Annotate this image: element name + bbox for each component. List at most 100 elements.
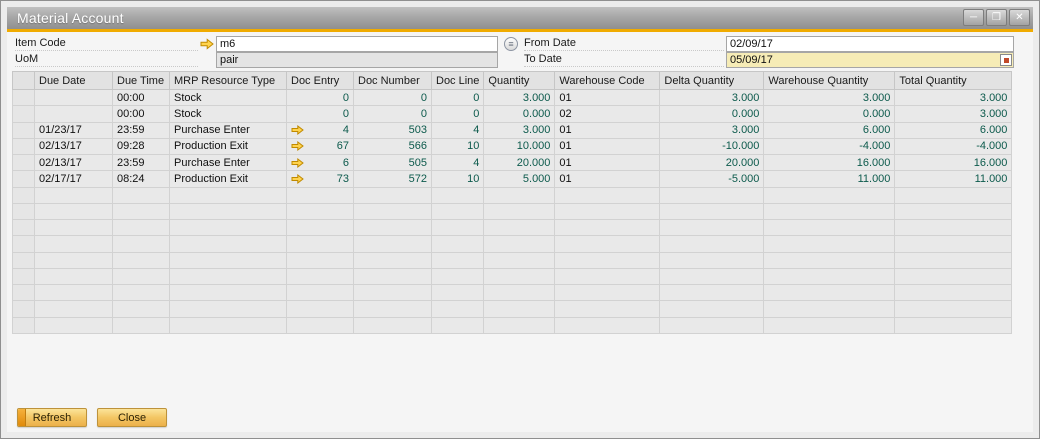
cell-doc_number[interactable] <box>354 285 432 301</box>
cell-doc_number[interactable] <box>354 203 432 219</box>
table-row[interactable] <box>13 285 1012 301</box>
maximize-button[interactable]: ❒ <box>986 9 1007 26</box>
cell-selector[interactable] <box>13 220 35 236</box>
cell-due_date[interactable] <box>35 268 113 284</box>
cell-warehouse_quantity[interactable] <box>764 236 895 252</box>
cell-doc_line[interactable] <box>432 187 484 203</box>
cell-doc_entry[interactable]: 4 <box>287 122 354 138</box>
cell-total_quantity[interactable] <box>895 301 1012 317</box>
cell-selector[interactable] <box>13 122 35 138</box>
cell-selector[interactable] <box>13 203 35 219</box>
cell-due_date[interactable]: 02/13/17 <box>35 155 113 171</box>
cell-selector[interactable] <box>13 155 35 171</box>
cell-warehouse_quantity[interactable]: 6.000 <box>764 122 895 138</box>
cell-total_quantity[interactable]: 6.000 <box>895 122 1012 138</box>
cell-warehouse_code[interactable] <box>555 301 660 317</box>
column-header-selector[interactable] <box>13 72 35 90</box>
column-header-due_time[interactable]: Due Time <box>113 72 170 90</box>
cell-due_time[interactable]: 08:24 <box>113 171 170 187</box>
table-row[interactable]: 00:00Stock0000.000020.0000.0003.000 <box>13 106 1012 122</box>
cell-warehouse_code[interactable] <box>555 187 660 203</box>
cell-delta_quantity[interactable] <box>660 220 764 236</box>
column-header-doc_number[interactable]: Doc Number <box>354 72 432 90</box>
cell-due_time[interactable] <box>113 317 170 333</box>
column-header-due_date[interactable]: Due Date <box>35 72 113 90</box>
minimize-button[interactable]: ─ <box>963 9 984 26</box>
table-row[interactable]: 02/13/1723:59Purchase Enter6505420.00001… <box>13 155 1012 171</box>
cell-mrp_resource_type[interactable] <box>170 268 287 284</box>
cell-due_date[interactable] <box>35 203 113 219</box>
cell-due_date[interactable] <box>35 236 113 252</box>
cell-doc_line[interactable] <box>432 252 484 268</box>
cell-mrp_resource_type[interactable] <box>170 203 287 219</box>
cell-doc_line[interactable] <box>432 236 484 252</box>
cell-due_time[interactable]: 00:00 <box>113 106 170 122</box>
column-header-warehouse_code[interactable]: Warehouse Code <box>555 72 660 90</box>
cell-total_quantity[interactable]: 3.000 <box>895 90 1012 106</box>
cell-mrp_resource_type[interactable] <box>170 252 287 268</box>
cell-total_quantity[interactable] <box>895 317 1012 333</box>
cell-doc_entry[interactable]: 67 <box>287 138 354 154</box>
cell-warehouse_quantity[interactable] <box>764 252 895 268</box>
cell-delta_quantity[interactable] <box>660 268 764 284</box>
cell-due_date[interactable] <box>35 252 113 268</box>
cell-selector[interactable] <box>13 106 35 122</box>
cell-due_time[interactable] <box>113 285 170 301</box>
item-code-link-arrow-icon[interactable] <box>200 37 214 55</box>
cell-delta_quantity[interactable] <box>660 285 764 301</box>
cell-due_date[interactable] <box>35 90 113 106</box>
cell-doc_entry[interactable] <box>287 203 354 219</box>
cell-doc_number[interactable]: 505 <box>354 155 432 171</box>
cell-warehouse_quantity[interactable] <box>764 301 895 317</box>
cell-warehouse_code[interactable] <box>555 268 660 284</box>
column-header-mrp_resource_type[interactable]: MRP Resource Type <box>170 72 287 90</box>
cell-due_date[interactable] <box>35 301 113 317</box>
cell-doc_number[interactable]: 572 <box>354 171 432 187</box>
cell-doc_number[interactable] <box>354 220 432 236</box>
cell-doc_line[interactable]: 0 <box>432 106 484 122</box>
table-row[interactable]: 02/13/1709:28Production Exit675661010.00… <box>13 138 1012 154</box>
table-row[interactable] <box>13 317 1012 333</box>
cell-warehouse_quantity[interactable] <box>764 187 895 203</box>
cell-quantity[interactable] <box>484 203 555 219</box>
cell-doc_line[interactable] <box>432 301 484 317</box>
cell-warehouse_code[interactable]: 01 <box>555 138 660 154</box>
cell-due_time[interactable] <box>113 268 170 284</box>
cell-quantity[interactable] <box>484 285 555 301</box>
column-header-doc_line[interactable]: Doc Line <box>432 72 484 90</box>
close-button[interactable]: ✕ <box>1009 9 1030 26</box>
cell-selector[interactable] <box>13 285 35 301</box>
cell-due_date[interactable] <box>35 220 113 236</box>
cell-doc_number[interactable] <box>354 317 432 333</box>
cell-due_time[interactable] <box>113 252 170 268</box>
cell-doc_line[interactable]: 4 <box>432 122 484 138</box>
cell-delta_quantity[interactable]: -10.000 <box>660 138 764 154</box>
cell-selector[interactable] <box>13 90 35 106</box>
table-row[interactable] <box>13 252 1012 268</box>
link-arrow-icon[interactable] <box>291 174 304 184</box>
close-action-button[interactable]: Close <box>97 408 167 427</box>
cell-due_date[interactable] <box>35 187 113 203</box>
cell-doc_entry[interactable]: 73 <box>287 171 354 187</box>
cell-mrp_resource_type[interactable]: Stock <box>170 90 287 106</box>
cell-doc_line[interactable] <box>432 268 484 284</box>
cell-mrp_resource_type[interactable] <box>170 301 287 317</box>
cell-total_quantity[interactable] <box>895 285 1012 301</box>
cell-quantity[interactable]: 10.000 <box>484 138 555 154</box>
cell-warehouse_code[interactable]: 02 <box>555 106 660 122</box>
cell-due_time[interactable] <box>113 220 170 236</box>
cell-warehouse_quantity[interactable] <box>764 268 895 284</box>
cell-due_date[interactable]: 02/17/17 <box>35 171 113 187</box>
cell-doc_line[interactable] <box>432 317 484 333</box>
cell-doc_line[interactable] <box>432 203 484 219</box>
cell-delta_quantity[interactable]: 3.000 <box>660 90 764 106</box>
cell-due_time[interactable] <box>113 236 170 252</box>
cell-quantity[interactable] <box>484 220 555 236</box>
cell-doc_line[interactable]: 0 <box>432 90 484 106</box>
table-row[interactable] <box>13 301 1012 317</box>
cell-warehouse_code[interactable] <box>555 203 660 219</box>
cell-doc_number[interactable]: 0 <box>354 90 432 106</box>
cell-delta_quantity[interactable]: 20.000 <box>660 155 764 171</box>
cell-quantity[interactable]: 3.000 <box>484 122 555 138</box>
cell-doc_entry[interactable] <box>287 317 354 333</box>
